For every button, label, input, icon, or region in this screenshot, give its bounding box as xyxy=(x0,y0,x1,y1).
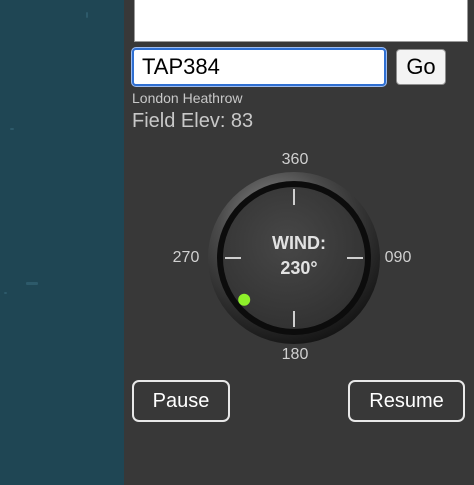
wind-gauge: 360 270 090 180 WIND: 230° xyxy=(159,145,439,370)
flight-panel: Go London Heathrow Field Elev: 83 xyxy=(124,0,474,485)
map-feature xyxy=(86,12,88,18)
map-feature xyxy=(4,292,7,294)
resume-button[interactable]: Resume xyxy=(348,380,465,422)
mark-east: 090 xyxy=(384,249,412,266)
pause-button[interactable]: Pause xyxy=(132,380,230,422)
mark-north: 360 xyxy=(281,151,309,168)
map-area[interactable] xyxy=(0,0,124,485)
go-button[interactable]: Go xyxy=(396,49,446,85)
field-elevation: Field Elev: 83 xyxy=(132,110,254,132)
map-feature xyxy=(10,128,14,130)
output-box xyxy=(134,0,468,42)
wind-direction-indicator xyxy=(238,293,251,306)
airport-name: London Heathrow xyxy=(132,90,243,106)
mark-south: 180 xyxy=(281,346,309,363)
map-feature xyxy=(26,282,38,285)
mark-west: 270 xyxy=(172,249,200,266)
wind-value: 230° xyxy=(280,258,318,278)
wind-label: WIND: xyxy=(272,233,326,253)
flight-number-input[interactable] xyxy=(132,48,386,86)
